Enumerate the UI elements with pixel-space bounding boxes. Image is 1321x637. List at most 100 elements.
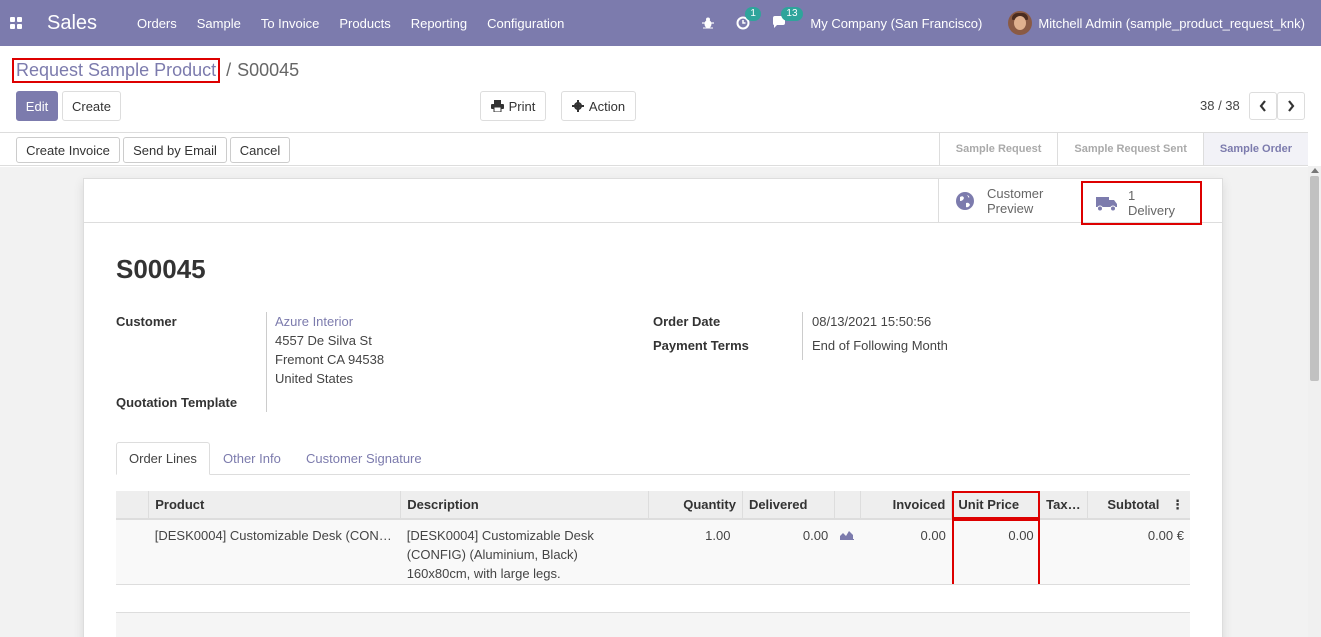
top-navbar: Sales Orders Sample To Invoice Products … [0,0,1321,46]
add-line-row[interactable] [116,584,1190,613]
row-description[interactable]: [DESK0004] Customizable Desk (CONFIG) (A… [400,519,649,589]
row-delivered: 0.00 [742,519,835,589]
order-date-label: Order Date [653,314,721,329]
messages-badge: 13 [781,7,803,21]
form-statusbar: Create Invoice Send by Email Cancel Samp… [0,132,1308,166]
gear-icon [571,100,584,112]
menu-to-invoice[interactable]: To Invoice [261,16,320,31]
row-description-line1: [DESK0004] Customizable Desk [406,528,594,543]
quantity-column-header[interactable]: Quantity [648,491,743,520]
subtotal-header-label: Subtotal [1107,496,1160,512]
forecast-column-header [834,491,861,520]
customer-address-line2: Fremont CA 94538 [275,352,385,367]
create-button[interactable]: Create [62,91,121,121]
quotation-template-label: Quotation Template [116,395,238,410]
chevron-right-icon [1288,100,1295,112]
stage-sample-request-sent[interactable]: Sample Request Sent [1057,133,1202,165]
row-invoiced: 0.00 [860,519,952,589]
pager-value[interactable]: 38 / 38 [1200,98,1240,113]
menu-configuration[interactable]: Configuration [487,16,564,31]
pager-next-button[interactable] [1277,92,1305,120]
app-name[interactable]: Sales [47,12,97,35]
notebook-tabs: Order Lines Other Info Customer Signatur… [116,442,1190,475]
payment-terms-label: Payment Terms [653,338,749,353]
apps-menu-icon[interactable] [0,0,32,46]
action-label: Action [588,98,626,114]
order-title: S00045 [116,254,206,284]
table-footer [116,613,1190,637]
debug-bug-icon[interactable] [702,17,715,29]
row-handle [116,519,149,589]
order-date-value: 08/13/2021 15:50:56 [812,314,932,329]
row-subtotal: 0.00 € [1087,519,1190,589]
main-menu: Orders Sample To Invoice Products Report… [137,16,584,31]
user-menu[interactable]: Mitchell Admin (sample_product_request_k… [1038,16,1305,31]
cancel-button[interactable]: Cancel [230,137,290,163]
row-taxes[interactable] [1039,519,1088,589]
menu-products[interactable]: Products [339,16,390,31]
pager-previous-button[interactable] [1249,92,1277,120]
handle-column-header [116,491,150,520]
customer-preview-line2: Preview [987,201,1034,216]
menu-reporting[interactable]: Reporting [411,16,467,31]
messages-chat-icon[interactable]: 13 [772,7,803,30]
tab-customer-signature[interactable]: Customer Signature [294,442,434,475]
customer-name-link[interactable]: Azure Interior [275,314,353,329]
customer-divider [266,312,267,412]
breadcrumb: Request Sample Product / S00045 [12,58,300,83]
row-quantity[interactable]: 1.00 [648,519,743,589]
action-button[interactable]: Action [561,91,636,121]
forecast-chart-icon[interactable] [834,519,861,589]
scroll-up-arrow-icon[interactable] [1311,168,1319,173]
stage-sample-order[interactable]: Sample Order [1202,133,1308,165]
description-column-header[interactable]: Description [400,491,650,520]
edit-button[interactable]: Edit [16,91,58,121]
table-row[interactable]: [DESK0004] Customizable Desk (CON… [DESK… [116,519,1190,589]
order-date-divider [802,312,803,360]
row-unit-price[interactable]: 0.00 [951,519,1040,589]
order-lines-table: Product Description Quantity Delivered I… [116,491,1190,589]
taxes-column-header[interactable]: Tax… [1039,491,1088,520]
chevron-left-icon [1259,100,1266,112]
customer-preview-button[interactable]: Customer Preview [938,179,1082,223]
subtotal-column-header[interactable]: Subtotal ⋮ [1087,491,1190,520]
globe-icon [956,192,974,210]
customer-address-line1: 4557 De Silva St [275,333,372,348]
smart-button-box: Customer Preview 1 Delivery [84,179,1222,225]
customer-address-line3: United States [275,371,354,386]
tab-order-lines[interactable]: Order Lines [116,442,210,475]
row-description-line3: 160x80cm, with large legs. [406,566,561,581]
user-avatar[interactable] [1008,11,1033,35]
print-button[interactable]: Print [480,91,546,121]
row-product[interactable]: [DESK0004] Customizable Desk (CON… [148,519,401,589]
activity-clock-icon[interactable]: 1 [736,7,761,30]
payment-terms-value: End of Following Month [812,338,948,353]
vertical-scrollbar[interactable] [1308,166,1321,637]
unit-price-column-header[interactable]: Unit Price [951,491,1041,520]
delivery-count: 1 [1128,188,1136,203]
customer-label: Customer [116,314,177,329]
status-stages: Sample Request Sample Request Sent Sampl… [938,133,1308,165]
delivery-button[interactable]: 1 Delivery [1081,181,1202,225]
delivery-label: Delivery [1128,203,1175,218]
printer-icon [490,100,504,112]
menu-sample[interactable]: Sample [197,16,241,31]
scrollbar-thumb[interactable] [1310,176,1319,381]
row-description-line2: (CONFIG) (Aluminium, Black) [406,547,578,562]
breadcrumb-current: S00045 [237,60,300,80]
send-by-email-button[interactable]: Send by Email [123,137,227,163]
product-column-header[interactable]: Product [148,491,402,520]
stage-sample-request[interactable]: Sample Request [938,133,1058,165]
customer-preview-line1: Customer [987,186,1044,201]
column-options-icon[interactable]: ⋮ [1171,497,1184,512]
menu-orders[interactable]: Orders [137,16,177,31]
breadcrumb-separator: / [226,60,232,80]
invoiced-column-header[interactable]: Invoiced [860,491,953,520]
tab-other-info[interactable]: Other Info [211,442,293,475]
truck-icon [1096,196,1117,211]
company-switcher[interactable]: My Company (San Francisco) [810,16,982,31]
create-invoice-button[interactable]: Create Invoice [16,137,120,163]
breadcrumb-parent-link[interactable]: Request Sample Product [12,58,221,83]
delivered-column-header[interactable]: Delivered [742,491,835,520]
print-label: Print [508,98,536,114]
